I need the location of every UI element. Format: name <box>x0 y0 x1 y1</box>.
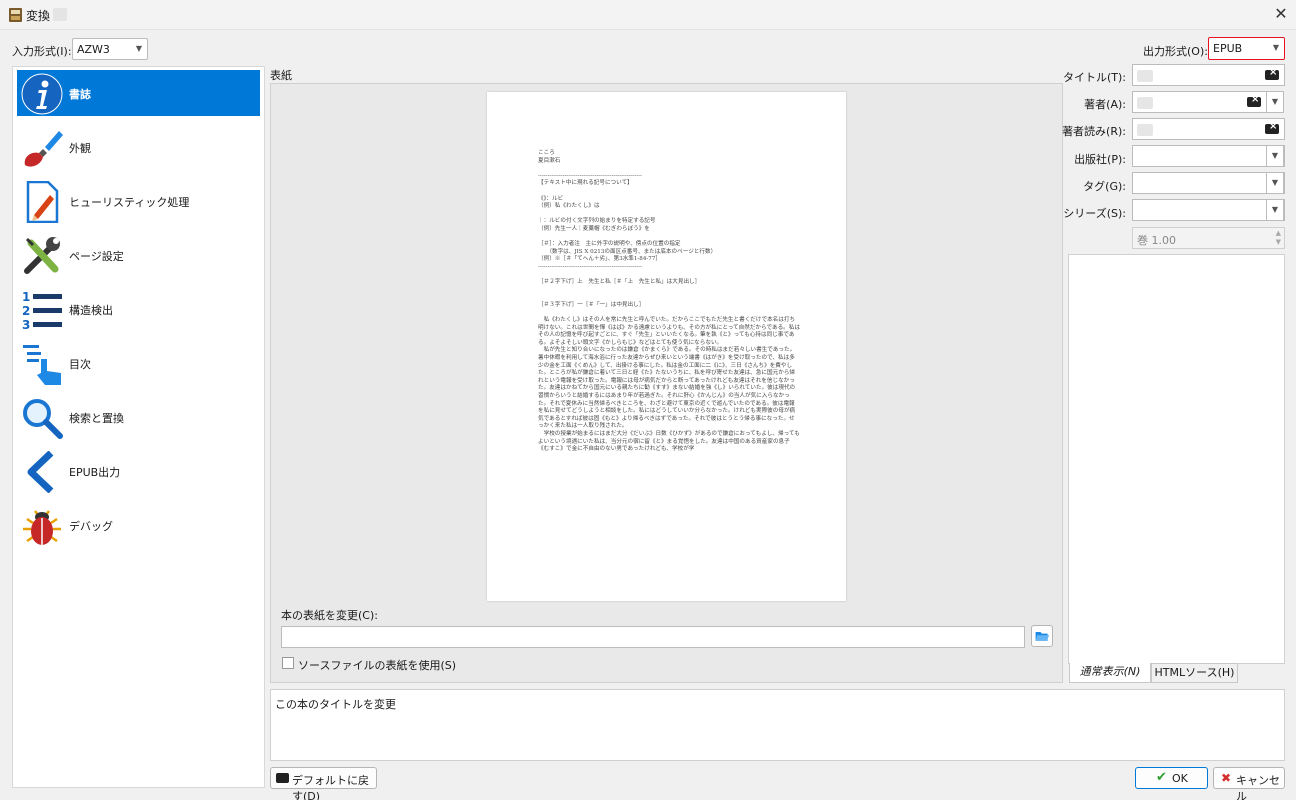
sidebar-item-heuristics[interactable]: ヒューリスティック処理 <box>17 178 260 224</box>
sidebar-item-epub-output[interactable]: EPUB出力 <box>17 448 260 494</box>
sidebar-item-debug[interactable]: デバッグ <box>17 502 260 548</box>
browse-cover-button[interactable] <box>1031 625 1053 647</box>
author-label: 著者(A): <box>1084 98 1126 111</box>
tags-field[interactable] <box>1132 172 1285 194</box>
info-icon <box>21 73 63 115</box>
sidebar: 書誌 外観 ヒューリスティック処理 ページ設定 1 2 3 構造検出 目次 検索… <box>12 66 265 788</box>
series-index-spinbox[interactable]: 巻 1.00 ▲ ▼ <box>1132 227 1285 249</box>
svg-text:2: 2 <box>22 304 30 318</box>
bug-icon <box>23 510 61 545</box>
publisher-field[interactable] <box>1132 145 1285 167</box>
input-format-label: 入力形式(I): <box>12 45 72 58</box>
sidebar-item-structure-detection[interactable]: 1 2 3 構造検出 <box>17 286 260 332</box>
svg-text:1: 1 <box>22 290 30 304</box>
use-source-cover-checkbox[interactable] <box>282 657 294 669</box>
close-icon[interactable]: ✕ <box>1266 0 1296 30</box>
author-sort-field[interactable] <box>1132 118 1285 140</box>
author-sort-value-redacted <box>1137 124 1153 136</box>
help-text-box: この本のタイトルを変更 <box>270 689 1285 761</box>
chevron-left-icon <box>27 451 54 493</box>
series-label: シリーズ(S): <box>1063 207 1126 220</box>
sidebar-item-search-replace[interactable]: 検索と置換 <box>17 394 260 440</box>
title-value-redacted <box>1137 70 1153 82</box>
change-cover-label: 本の表紙を変更(C): <box>281 609 378 622</box>
ok-button[interactable]: ✔ OK <box>1135 767 1208 789</box>
cover-section-label: 表紙 <box>270 69 292 82</box>
publisher-label: 出版社(P): <box>1074 153 1126 166</box>
output-format-label: 出力形式(O): <box>1143 45 1208 58</box>
document-edit-icon <box>26 181 59 223</box>
sidebar-item-look-and-feel[interactable]: 外観 <box>17 124 260 170</box>
chevron-down-icon: ▼ <box>135 44 142 53</box>
title-label: タイトル(T): <box>1062 71 1126 84</box>
x-icon: ✖ <box>1221 771 1232 785</box>
input-format-select[interactable]: AZW3 ▼ <box>72 38 148 60</box>
toc-pointer-icon <box>23 345 61 385</box>
cancel-button[interactable]: ✖ キャンセル <box>1213 767 1285 800</box>
tags-label: タグ(G): <box>1083 180 1126 193</box>
title-bar: 変換 ✕ <box>0 0 1296 30</box>
sidebar-item-toc[interactable]: 目次 <box>17 340 260 386</box>
publisher-dropdown[interactable]: ▼ <box>1266 145 1284 167</box>
clear-icon[interactable] <box>1265 67 1279 80</box>
clear-icon <box>276 773 289 783</box>
author-value-redacted <box>1137 97 1153 109</box>
clear-icon[interactable] <box>1247 94 1261 107</box>
checkmark-icon: ✔ <box>1156 770 1167 785</box>
help-text: この本のタイトルを変更 <box>275 698 396 711</box>
sidebar-item-page-setup[interactable]: ページ設定 <box>17 232 260 278</box>
title-redacted <box>53 8 67 21</box>
series-field[interactable] <box>1132 199 1285 221</box>
title-field[interactable] <box>1132 64 1285 86</box>
folder-open-icon <box>1035 632 1050 641</box>
author-dropdown[interactable]: ▼ <box>1266 91 1284 113</box>
clear-icon[interactable] <box>1265 121 1279 134</box>
author-field[interactable] <box>1132 91 1267 113</box>
window-title: 変換 <box>26 9 51 23</box>
search-icon <box>23 399 63 439</box>
chevron-down-icon: ▼ <box>1272 43 1279 52</box>
calibre-app-icon <box>9 8 22 22</box>
cover-path-input[interactable] <box>281 626 1025 648</box>
chevron-down-icon: ▼ <box>1271 151 1279 160</box>
cover-image: こころ 夏目漱石 -------------------------------… <box>487 92 846 601</box>
output-format-select[interactable]: EPUB ▼ <box>1208 37 1285 60</box>
tools-icon <box>24 237 60 274</box>
cover-page-text: こころ 夏目漱石 -------------------------------… <box>538 150 800 453</box>
svg-text:3: 3 <box>22 318 30 331</box>
tab-html-source[interactable]: HTMLソース(H) <box>1151 663 1238 683</box>
chevron-down-icon: ▼ <box>1271 97 1279 106</box>
use-source-cover-label: ソースファイルの表紙を使用(S) <box>298 659 457 672</box>
author-sort-label: 著者読み(R): <box>1062 125 1126 138</box>
restore-defaults-button[interactable]: デフォルトに戻す(D) <box>270 767 377 800</box>
paintbrush-icon <box>24 131 63 167</box>
chevron-down-icon: ▼ <box>1271 178 1279 187</box>
tags-dropdown[interactable]: ▼ <box>1266 172 1284 194</box>
spin-arrows-icon[interactable]: ▲ ▼ <box>1276 229 1281 247</box>
chevron-down-icon: ▼ <box>1271 205 1279 214</box>
series-dropdown[interactable]: ▼ <box>1266 199 1284 221</box>
tab-normal-view[interactable]: 通常表示(N) <box>1069 663 1151 683</box>
sidebar-item-metadata[interactable]: 書誌 <box>17 70 260 116</box>
numbered-list-icon: 1 2 3 <box>22 290 62 331</box>
comments-editor[interactable] <box>1068 254 1285 664</box>
